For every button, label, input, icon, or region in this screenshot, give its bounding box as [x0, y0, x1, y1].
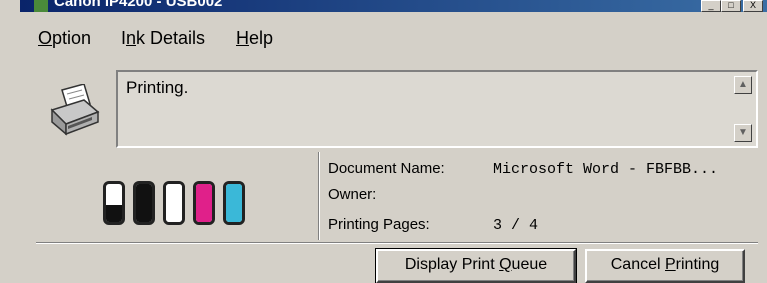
ink-tank-5: [223, 181, 245, 225]
minimize-button[interactable]: _: [701, 0, 721, 12]
document-name-label: Document Name:: [328, 160, 445, 177]
menu-bar: Option Ink Details Help: [20, 20, 767, 56]
menu-help-accel: H: [236, 28, 249, 48]
owner-label: Owner:: [328, 186, 377, 203]
menu-option-rest: ption: [52, 28, 92, 48]
display-queue-label-b: ueue: [511, 256, 548, 273]
ink-level-fill: [166, 184, 182, 222]
menu-help-rest: elp: [249, 28, 274, 48]
cancel-printing-label-b: rinting: [675, 256, 720, 273]
scroll-up-button[interactable]: ▲: [734, 76, 752, 94]
cancel-printing-accel: P: [665, 256, 676, 273]
document-name-value: Microsoft Word - FBFBB...: [493, 161, 719, 178]
menu-ink-details-accel: n: [126, 28, 137, 48]
ink-tank-3: [163, 181, 185, 225]
printing-pages-value: 3 / 4: [493, 217, 539, 234]
menu-ink-details[interactable]: Ink Details: [121, 28, 205, 49]
maximize-button[interactable]: □: [721, 0, 741, 12]
menu-option-accel: O: [38, 28, 53, 48]
ink-tank-1: [103, 181, 125, 225]
title-bar[interactable]: Canon iP4200 - USB002 _ □ X: [20, 0, 767, 12]
ink-tank-2: [133, 181, 155, 225]
status-message-box[interactable]: Printing. ▲ ▼: [116, 70, 758, 148]
panel-divider: [318, 152, 320, 240]
ink-level-fill: [226, 184, 242, 222]
display-queue-accel: Q: [499, 256, 512, 273]
ink-level-fill: [136, 184, 152, 222]
ink-level-fill: [106, 204, 122, 222]
display-print-queue-button[interactable]: Display Print Queue: [375, 248, 577, 283]
cancel-printing-label-a: Cancel: [610, 256, 665, 273]
window-title: Canon iP4200 - USB002: [54, 0, 223, 10]
printer-icon: [50, 84, 100, 136]
ink-tank-4: [193, 181, 215, 225]
menu-option[interactable]: Option: [38, 28, 91, 49]
scroll-down-button[interactable]: ▼: [734, 124, 752, 142]
separator: [36, 242, 758, 244]
menu-ink-details-rest: k Details: [136, 28, 206, 48]
menu-help[interactable]: Help: [236, 28, 273, 49]
printing-pages-label: Printing Pages:: [328, 216, 430, 233]
display-queue-label-a: Display Print: [404, 256, 500, 273]
ink-level-fill: [196, 184, 212, 222]
cancel-printing-button[interactable]: Cancel Printing: [585, 249, 745, 283]
status-message: Printing.: [126, 78, 189, 97]
printer-app-icon: [34, 0, 48, 12]
close-button[interactable]: X: [743, 0, 763, 12]
